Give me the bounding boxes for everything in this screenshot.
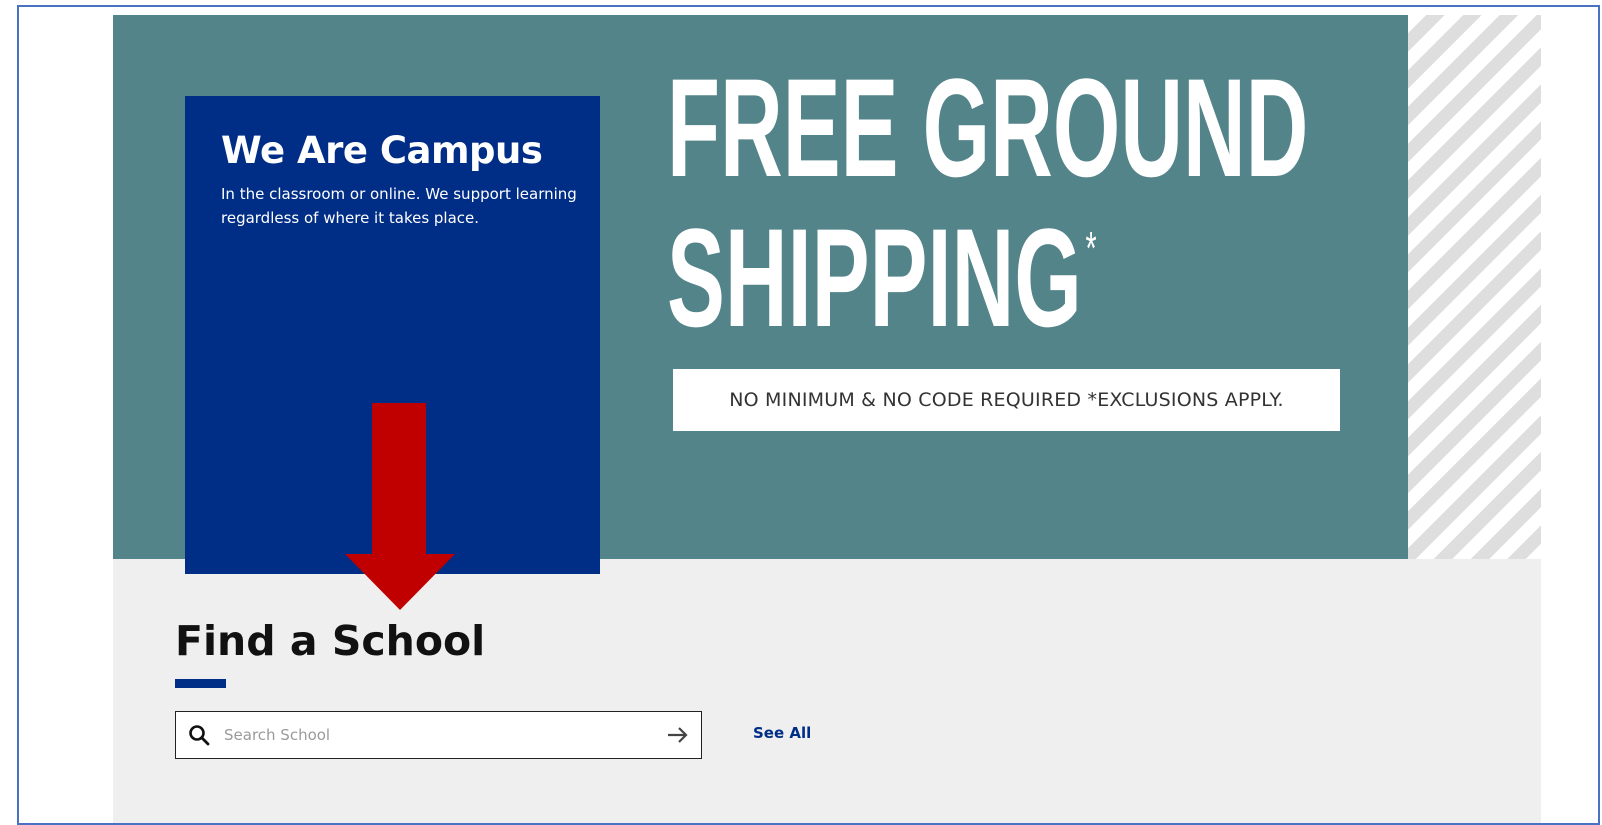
promo-note-text: NO MINIMUM & NO CODE REQUIRED *EXCLUSION…: [729, 389, 1284, 411]
page-content: FREE GROUND SHIPPING* NO MINIMUM & NO CO…: [113, 15, 1541, 823]
promo-note-box: NO MINIMUM & NO CODE REQUIRED *EXCLUSION…: [673, 369, 1340, 431]
promo-asterisk: *: [1085, 222, 1097, 274]
find-school-title: Find a School: [175, 617, 486, 665]
see-all-link[interactable]: See All: [753, 724, 811, 742]
search-icon: [189, 725, 210, 746]
school-search-input[interactable]: [224, 718, 644, 752]
arrow-down-annotation-icon: [345, 403, 455, 610]
screenshot-frame: FREE GROUND SHIPPING* NO MINIMUM & NO CO…: [17, 5, 1600, 825]
title-underline: [175, 679, 226, 688]
campus-card-text: In the classroom or online. We support l…: [221, 185, 577, 227]
promo-headline: FREE GROUND SHIPPING*: [667, 53, 1308, 353]
arrow-right-icon[interactable]: [667, 725, 689, 745]
promo-headline-line1: FREE GROUND: [667, 49, 1309, 206]
promo-headline-line2-text: SHIPPING: [667, 199, 1082, 356]
promo-headline-line2: SHIPPING*: [667, 203, 1308, 353]
campus-card-title: We Are Campus: [221, 129, 543, 172]
school-search-box[interactable]: [175, 711, 702, 759]
striped-decoration: [1408, 15, 1541, 559]
